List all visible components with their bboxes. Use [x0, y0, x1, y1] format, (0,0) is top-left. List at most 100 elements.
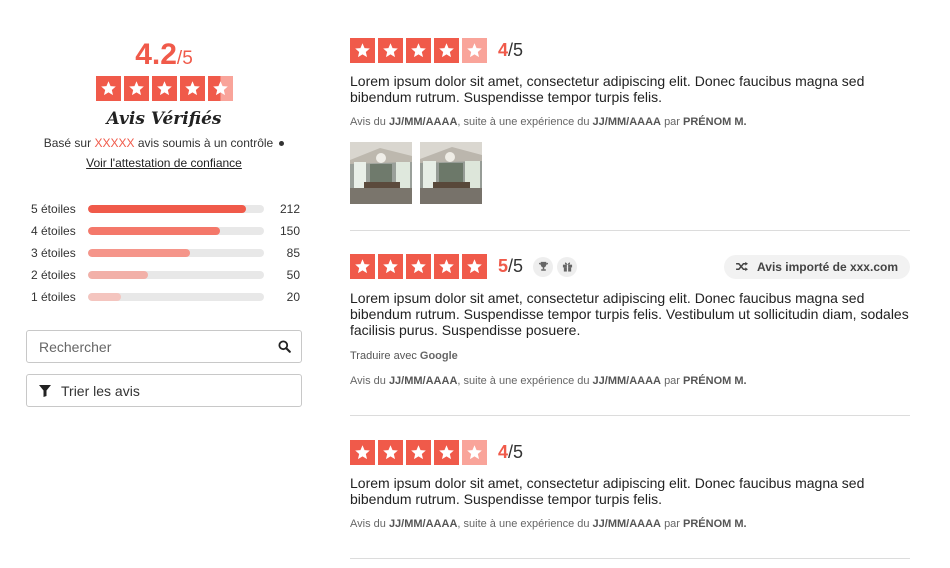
- translate-label: Traduire avec: [350, 350, 417, 362]
- search-input[interactable]: [39, 338, 278, 355]
- attestation-link[interactable]: Voir l'attestation de confiance: [26, 156, 302, 170]
- review-meta: Avis du JJ/MM/AAAA, suite à une expérien…: [350, 518, 910, 530]
- review-rating: 5/5: [498, 256, 523, 277]
- review-date: JJ/MM/AAAA: [388, 116, 458, 128]
- meta-middle: , suite à une expérience du: [457, 518, 590, 530]
- star-icon: [378, 254, 403, 279]
- rating-bar-row[interactable]: 5 étoiles 212: [26, 198, 302, 220]
- review-meta: Avis du JJ/MM/AAAA, suite à une expérien…: [350, 116, 910, 128]
- review-date: JJ/MM/AAAA: [388, 518, 458, 530]
- star-icon: [179, 76, 205, 101]
- rating-bar-label: 4 étoiles: [31, 224, 76, 238]
- star-icon: [462, 254, 487, 279]
- rating-bar-row[interactable]: 4 étoiles 150: [26, 220, 302, 242]
- review-photo[interactable]: [350, 142, 412, 204]
- star-icon: [95, 76, 121, 101]
- star-icon: [350, 38, 375, 63]
- rating-bar-track: [88, 227, 264, 235]
- rating-bar-fill: [88, 227, 220, 235]
- rating-out-of: /5: [508, 256, 524, 276]
- star-icon: [151, 76, 177, 101]
- review-author: PRÉNOM M.: [683, 518, 747, 530]
- rating-bar-label: 3 étoiles: [31, 246, 76, 260]
- rating-bar-row[interactable]: 3 étoiles 85: [26, 242, 302, 264]
- rating-value: 4: [498, 40, 509, 60]
- rating-bar-row[interactable]: 1 étoiles 20: [26, 286, 302, 308]
- review-stars: [350, 38, 487, 63]
- review-text: Lorem ipsum dolor sit amet, consectetur …: [350, 73, 865, 105]
- meta-middle: , suite à une expérience du: [457, 116, 590, 128]
- translate-link[interactable]: Traduire avec Google: [350, 350, 910, 362]
- review-stars: [350, 440, 487, 465]
- rating-bar-fill: [88, 271, 148, 279]
- review-author: PRÉNOM M.: [683, 375, 747, 387]
- review-author: PRÉNOM M.: [683, 116, 747, 128]
- rating-bar-label: 2 étoiles: [31, 268, 76, 282]
- rating-bar-track: [88, 271, 264, 279]
- meta-prefix: Avis du: [350, 518, 386, 530]
- star-icon: [434, 38, 459, 63]
- meta-prefix: Avis du: [350, 116, 386, 128]
- meta-by: par: [664, 375, 680, 387]
- rating-out-of: /5: [508, 442, 524, 462]
- google-logo: Google: [419, 350, 458, 362]
- rating-bar-track: [88, 249, 264, 257]
- rating-bar-label: 5 étoiles: [31, 202, 76, 216]
- rating-bar-fill: [88, 249, 191, 257]
- star-icon: [378, 440, 403, 465]
- review-list: 4/5 Lorem ipsum dolor sit amet, consecte…: [350, 38, 910, 559]
- review-card: 5/5 Avis importé de xxx.com Lorem ipsum …: [350, 231, 910, 416]
- trophy-icon[interactable]: [533, 256, 554, 277]
- rating-bar-fill: [88, 205, 247, 213]
- sort-button[interactable]: Trier les avis: [26, 374, 302, 407]
- review-badges: [533, 256, 578, 277]
- rating-bar-label: 1 étoiles: [31, 290, 76, 304]
- rating-bar-count: 50: [286, 268, 300, 282]
- rating-bar-row[interactable]: 2 étoiles 50: [26, 264, 302, 286]
- review-photo[interactable]: [420, 142, 482, 204]
- info-dot-icon[interactable]: [279, 141, 285, 147]
- shuffle-icon: [736, 261, 749, 272]
- experience-date: JJ/MM/AAAA: [592, 518, 661, 530]
- review-card: 4/5 Lorem ipsum dolor sit amet, consecte…: [350, 38, 910, 231]
- star-icon: [378, 38, 403, 63]
- experience-date: JJ/MM/AAAA: [592, 116, 661, 128]
- search-icon[interactable]: [278, 340, 291, 353]
- rating-bar-track: [88, 293, 264, 301]
- rating-value: 5: [498, 256, 509, 276]
- review-count: XXXXX: [94, 136, 135, 150]
- summary-stars: [26, 76, 302, 101]
- star-icon: [350, 254, 375, 279]
- star-icon: [462, 38, 487, 63]
- review-text: Lorem ipsum dolor sit amet, consectetur …: [350, 290, 909, 338]
- star-icon: [434, 440, 459, 465]
- verified-reviews-title: Avis Vérifiés: [106, 109, 222, 129]
- star-icon: [462, 440, 487, 465]
- star-icon: [123, 76, 149, 101]
- review-rating: 4/5: [498, 442, 523, 463]
- star-icon: [406, 440, 431, 465]
- review-photos: [350, 142, 910, 204]
- rating-summary: 4.2/5 Avis Vérifiés Basé sur XXXXX avis …: [26, 40, 302, 407]
- meta-by: par: [664, 518, 680, 530]
- rating-bar-count: 150: [279, 224, 300, 238]
- review-card: 4/5 Lorem ipsum dolor sit amet, consecte…: [350, 416, 910, 559]
- score-out-of: /5: [176, 48, 193, 69]
- rating-bar-fill: [88, 293, 122, 301]
- rating-value: 4: [498, 442, 509, 462]
- review-text: Lorem ipsum dolor sit amet, consectetur …: [350, 475, 865, 507]
- review-rating: 4/5: [498, 40, 523, 61]
- star-icon: [350, 440, 375, 465]
- meta-middle: , suite à une expérience du: [457, 375, 590, 387]
- rating-bar-track: [88, 205, 264, 213]
- rating-bar-count: 212: [279, 202, 300, 216]
- sort-label: Trier les avis: [61, 382, 140, 399]
- gift-icon[interactable]: [557, 256, 578, 277]
- based-on-text: Basé sur XXXXX avis soumis à un contrôle: [26, 136, 302, 150]
- search-box[interactable]: [26, 330, 302, 363]
- experience-date: JJ/MM/AAAA: [592, 375, 661, 387]
- imported-label: Avis importé de xxx.com: [757, 259, 898, 274]
- score-value: 4.2: [135, 38, 177, 71]
- review-stars: [350, 254, 487, 279]
- rating-distribution: 5 étoiles 212 4 étoiles 150 3 étoiles 85 2 éto…: [26, 198, 302, 308]
